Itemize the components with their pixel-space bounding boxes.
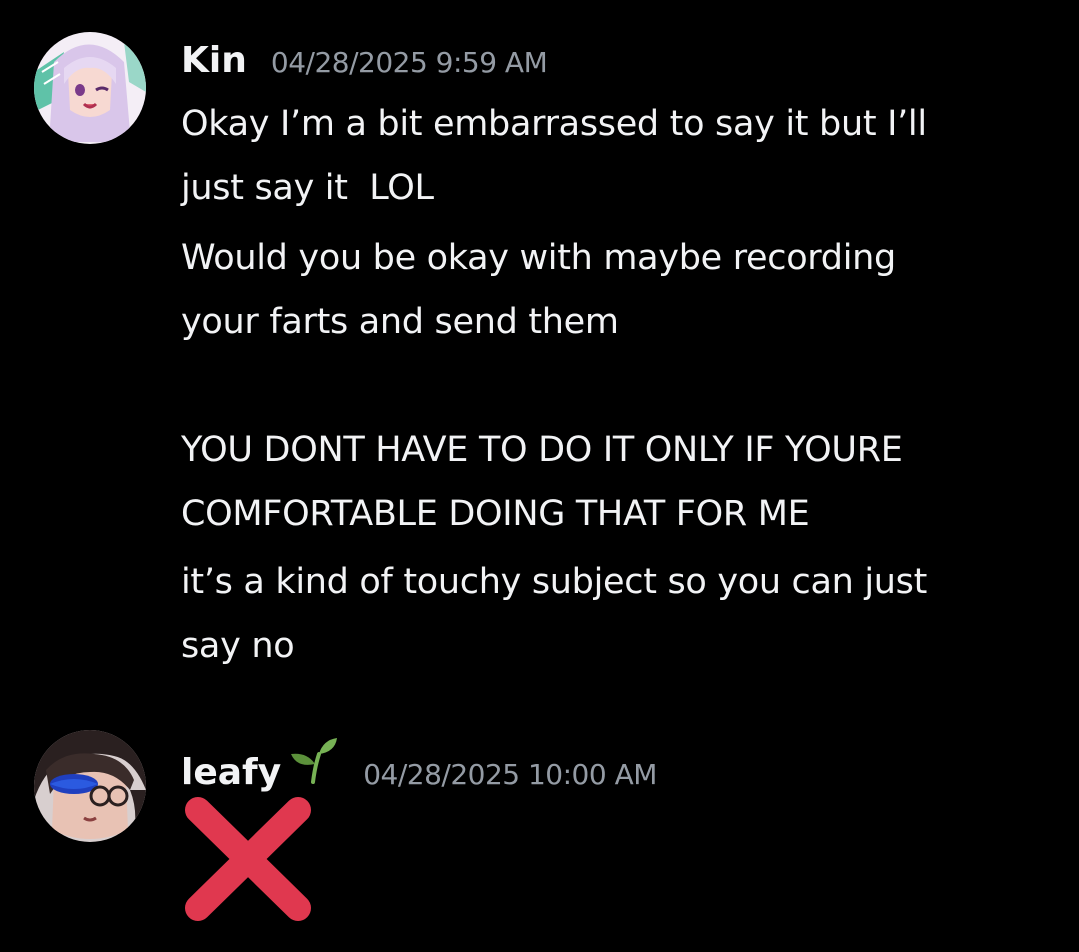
avatar-kin[interactable] (34, 32, 146, 144)
message-header-kin: Kin 04/28/2025 9:59 AM (181, 40, 548, 81)
message-text-2: Would you be okay with maybe recording y… (181, 238, 903, 534)
avatar-leafy-image (34, 730, 146, 842)
message-header-leafy: leafy 04/28/2025 10:00 AM (181, 736, 657, 793)
message-text-3: it’s a kind of touchy subject so you can… (181, 562, 928, 666)
seedling-icon (289, 736, 339, 784)
username-leafy[interactable]: leafy (181, 752, 281, 793)
cross-mark-icon (184, 796, 312, 922)
avatar-kin-image (34, 32, 146, 144)
timestamp-leafy: 04/28/2025 10:00 AM (363, 758, 657, 791)
message-text-1: Okay I’m a bit embarrassed to say it but… (181, 104, 927, 208)
timestamp-kin: 04/28/2025 9:59 AM (270, 46, 548, 79)
message-group-kin: Kin 04/28/2025 9:59 AM Okay I’m a bit em… (0, 0, 1079, 700)
avatar-leafy[interactable] (34, 730, 146, 842)
username-kin[interactable]: Kin (181, 40, 247, 81)
message-group-leafy: leafy 04/28/2025 10:00 AM (0, 700, 1079, 952)
